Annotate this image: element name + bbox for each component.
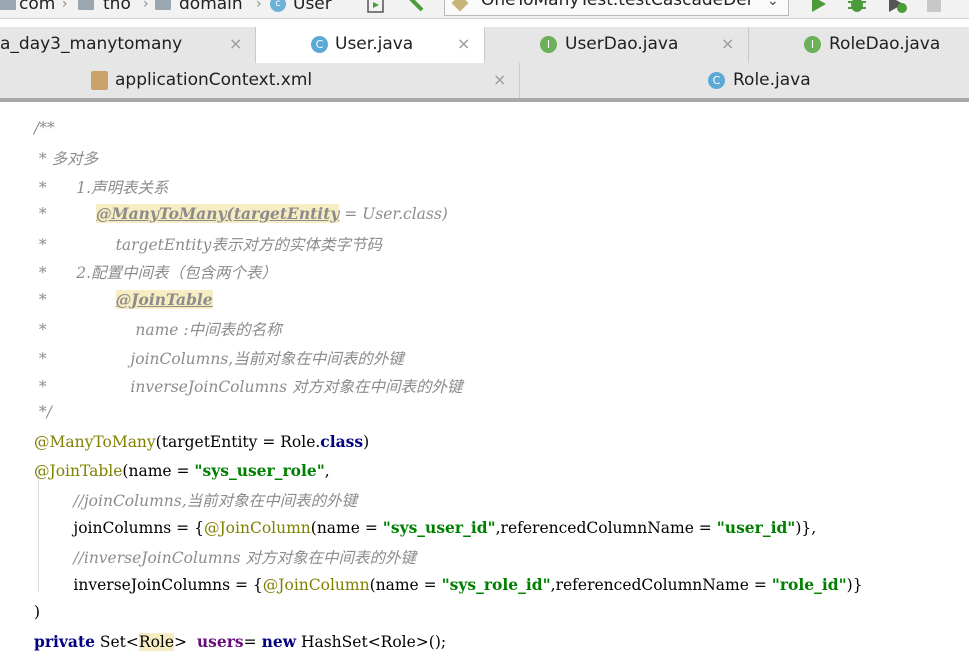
code-line-2: * 多对多 bbox=[34, 150, 99, 168]
code-line-12: @ManyToMany(targetEntity = Role.class) bbox=[34, 432, 370, 451]
doc-annotation-manytomany: @ManyToMany(targetEntity bbox=[95, 204, 340, 223]
class-icon: c bbox=[270, 0, 286, 12]
breadcrumb-domain[interactable]: domain bbox=[179, 0, 243, 14]
tab-label: User.java bbox=[335, 34, 414, 54]
test-config-icon bbox=[451, 0, 469, 12]
code-line-18: ) bbox=[34, 603, 41, 621]
debug-icon[interactable] bbox=[846, 0, 868, 14]
code-line-13: @JoinTable(name = "sys_user_role", bbox=[34, 461, 330, 480]
code-line-16: //inverseJoinColumns 对方对象在中间表的外键 bbox=[34, 549, 416, 567]
breadcrumb-tho[interactable]: tho bbox=[103, 0, 131, 14]
class-icon: C bbox=[311, 36, 328, 53]
code-line-5: * targetEntity表示对方的实体类字节码 bbox=[34, 236, 382, 254]
class-icon: C bbox=[708, 72, 725, 89]
close-icon[interactable]: × bbox=[229, 34, 242, 53]
doc-annotation-jointable: @JoinTable bbox=[115, 290, 213, 309]
xml-file-icon bbox=[91, 71, 108, 90]
hammer-icon[interactable] bbox=[402, 0, 426, 14]
folder-icon bbox=[155, 0, 171, 10]
breadcrumb-user[interactable]: User bbox=[293, 0, 332, 14]
chevron-right-icon: › bbox=[143, 0, 149, 12]
build-icon[interactable] bbox=[366, 0, 386, 14]
code-line-9: * joinColumns,当前对象在中间表的外键 bbox=[34, 350, 404, 368]
tab-userdao-java[interactable]: I UserDao.java × bbox=[485, 27, 749, 63]
tab-applicationcontext-xml[interactable]: applicationContext.xml × bbox=[0, 63, 520, 98]
code-line-8: * name :中间表的名称 bbox=[34, 321, 282, 339]
editor-tabs-row-1: a_day3_manytomany × C User.java × I User… bbox=[0, 27, 969, 64]
interface-icon: I bbox=[540, 36, 557, 53]
code-line-15: joinColumns = {@JoinColumn(name = "sys_u… bbox=[34, 518, 817, 537]
chevron-right-icon: › bbox=[62, 0, 68, 12]
code-line-10: * inverseJoinColumns 对方对象在中间表的外键 bbox=[34, 378, 463, 396]
code-line-6: * 2.配置中间表（包含两个表） bbox=[34, 264, 278, 282]
coverage-icon[interactable] bbox=[886, 0, 910, 14]
chevron-down-icon: ⌄ bbox=[767, 0, 779, 9]
tab-label: a_day3_manytomany bbox=[0, 34, 183, 54]
close-icon[interactable]: × bbox=[721, 34, 734, 53]
tab-label: RoleDao.java bbox=[829, 34, 941, 54]
tab-label: UserDao.java bbox=[565, 34, 679, 54]
code-line-4: * @ManyToMany(targetEntity = User.class) bbox=[34, 204, 448, 223]
code-line-17: inverseJoinColumns = {@JoinColumn(name =… bbox=[34, 575, 863, 594]
tab-label: applicationContext.xml bbox=[115, 70, 313, 90]
run-icon[interactable] bbox=[808, 0, 828, 14]
code-line-7: * @JoinTable bbox=[34, 290, 213, 309]
breadcrumb-com[interactable]: com bbox=[19, 0, 55, 14]
code-editor[interactable]: /** * 多对多 * 1.声明表关系 * @ManyToMany(target… bbox=[0, 102, 969, 663]
folder-icon bbox=[0, 0, 16, 10]
tab-user-java[interactable]: C User.java × bbox=[256, 27, 485, 63]
navigation-bar: com › tho › domain › c User OneToManyTes… bbox=[0, 0, 969, 19]
tab-label: Role.java bbox=[733, 70, 811, 90]
code-line-14: //joinColumns,当前对象在中间表的外键 bbox=[34, 492, 358, 510]
stop-icon[interactable] bbox=[927, 0, 941, 12]
tab-a-day3-manytomany[interactable]: a_day3_manytomany × bbox=[0, 27, 256, 63]
close-icon[interactable]: × bbox=[493, 70, 506, 89]
tab-role-java[interactable]: C Role.java bbox=[520, 63, 969, 98]
run-configuration-select[interactable]: OneToManyTest.testCascadeDel ⌄ bbox=[444, 0, 789, 16]
code-line-11: */ bbox=[34, 403, 52, 421]
chevron-right-icon: › bbox=[256, 0, 262, 12]
code-line-1: /** bbox=[34, 119, 55, 137]
editor-tabs-row-2: applicationContext.xml × C Role.java bbox=[0, 63, 969, 102]
close-icon[interactable]: × bbox=[457, 34, 470, 53]
code-line-3: * 1.声明表关系 bbox=[34, 179, 169, 197]
interface-icon: I bbox=[804, 36, 821, 53]
run-configuration-label: OneToManyTest.testCascadeDel bbox=[481, 0, 752, 10]
code-line-19: private Set<Role> users= new HashSet<Rol… bbox=[34, 632, 447, 651]
folder-icon bbox=[78, 0, 94, 10]
tab-roledao-java[interactable]: I RoleDao.java bbox=[749, 27, 969, 63]
